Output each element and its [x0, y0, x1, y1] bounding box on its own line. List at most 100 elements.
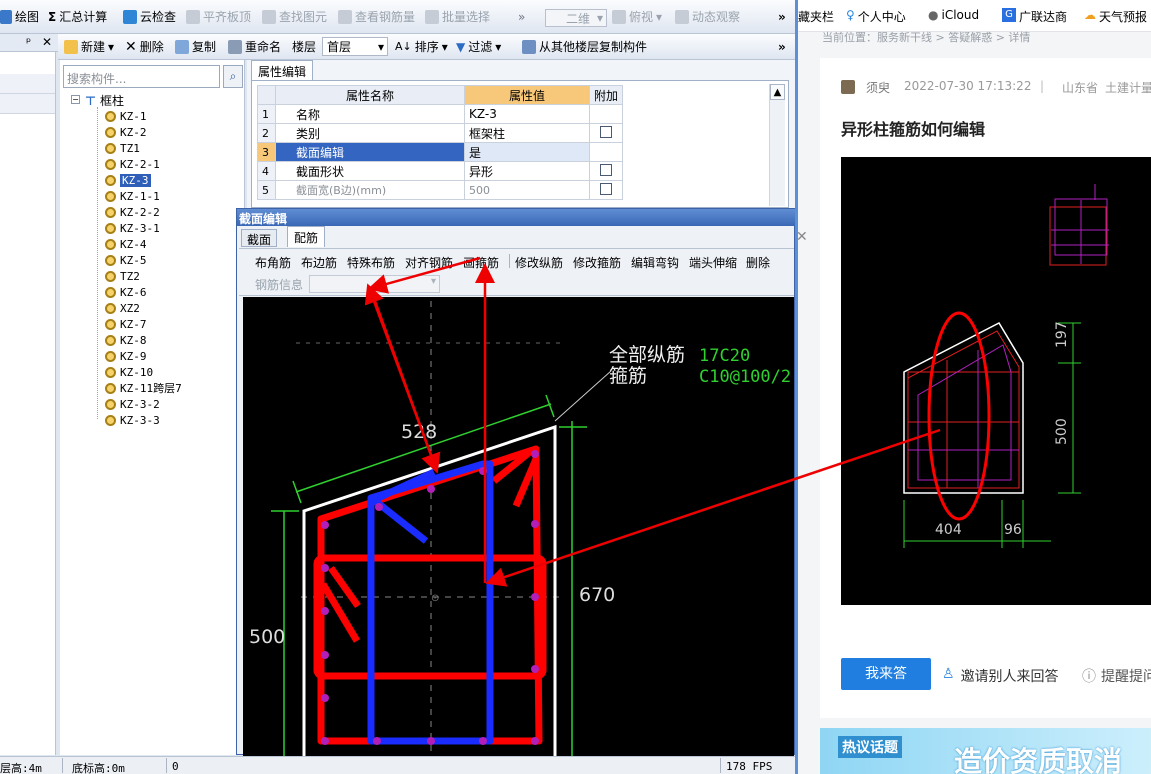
property-row[interactable]: 2 类别 框架柱: [257, 123, 624, 143]
sort-button[interactable]: A↓ 排序 ▾: [395, 34, 448, 59]
nav-panel-row[interactable]: [0, 74, 55, 94]
find-element-button[interactable]: 查找图元: [262, 0, 327, 33]
tree-item[interactable]: KZ-9: [105, 348, 147, 364]
avatar[interactable]: [841, 80, 855, 94]
property-name: 截面形状: [274, 161, 466, 181]
answer-button[interactable]: 我来答: [841, 658, 931, 690]
extra-checkbox[interactable]: [599, 163, 612, 176]
summary-calc-button[interactable]: Σ 汇总计算: [48, 0, 107, 33]
bookmark-favorites[interactable]: 藏夹栏: [798, 8, 834, 25]
remind-link[interactable]: ⓘ 提醒提问: [1082, 666, 1151, 686]
rebar-tool-button[interactable]: 画箍筋: [463, 254, 499, 271]
dialog-close-icon[interactable]: ✕: [796, 229, 808, 245]
tree-item[interactable]: KZ-7: [105, 316, 147, 332]
cloud-check-button[interactable]: 云检查: [123, 0, 176, 33]
property-value[interactable]: KZ-3: [464, 104, 590, 124]
tree-item[interactable]: XZ2: [105, 300, 140, 316]
property-row[interactable]: 4 截面形状 异形: [257, 161, 624, 181]
property-row[interactable]: 3 截面编辑是: [257, 142, 624, 162]
draw-button[interactable]: 绘图: [0, 0, 39, 33]
rebar-tool-button[interactable]: 删除: [746, 254, 770, 271]
author-name[interactable]: 须臾: [866, 79, 890, 96]
tree-item[interactable]: KZ-2-2: [105, 204, 160, 220]
new-button[interactable]: 新建 ▾: [64, 34, 114, 59]
property-extra: [588, 104, 624, 124]
toolbar-overflow-left[interactable]: »: [518, 0, 525, 33]
nav-panel-row[interactable]: [0, 94, 55, 114]
tree-item[interactable]: KZ-3-2: [105, 396, 160, 412]
copy-from-floor-button[interactable]: 从其他楼层复制构件: [522, 34, 647, 59]
tree-item[interactable]: TZ1: [105, 140, 140, 156]
filter-button[interactable]: ▼ 过滤 ▾: [456, 34, 501, 59]
tree-item[interactable]: KZ-3: [105, 172, 151, 188]
tree-item[interactable]: KZ-4: [105, 236, 147, 252]
rebar-tool-button[interactable]: 对齐钢筋: [405, 254, 453, 271]
rebar-tool-button[interactable]: 布边筋: [301, 254, 337, 271]
tree-item[interactable]: KZ-5: [105, 252, 147, 268]
rebar-tool-button[interactable]: 端头伸缩: [689, 254, 737, 271]
tab-rebar[interactable]: 配筋: [287, 226, 326, 247]
copy-button[interactable]: 复制: [175, 34, 216, 59]
tree-root-collapse[interactable]: −: [71, 95, 80, 104]
tree-item[interactable]: KZ-11跨层7: [105, 380, 182, 396]
rebar-tool-button[interactable]: 编辑弯钩: [631, 254, 679, 271]
rebar-tool-button[interactable]: 特殊布筋: [347, 254, 395, 271]
section-cad-canvas[interactable]: ⊙ 528 670 500 全部纵筋 箍筋 17C20 C10@100/2: [243, 297, 794, 756]
tree-item[interactable]: KZ-2: [105, 124, 147, 140]
align-slab-top-button[interactable]: 平齐板顶: [186, 0, 251, 33]
tab-property-edit[interactable]: 属性编辑: [251, 60, 314, 80]
rebar-tool-button[interactable]: 布角筋: [255, 254, 291, 271]
tree-item[interactable]: KZ-8: [105, 332, 147, 348]
search-icon[interactable]: ⌕: [223, 65, 243, 88]
property-value[interactable]: 异形: [464, 161, 590, 181]
invite-answer-link[interactable]: ♙ 邀请别人来回答: [942, 666, 1059, 686]
rebar-tool-button[interactable]: 修改纵筋: [515, 254, 563, 271]
extra-checkbox[interactable]: [599, 125, 612, 138]
orbit-view-button[interactable]: 动态观察: [675, 0, 740, 33]
tree-item[interactable]: KZ-10: [105, 364, 153, 380]
scroll-up-icon[interactable]: ▲: [770, 84, 785, 100]
property-row[interactable]: 5 截面宽(B边)(mm) 500: [257, 180, 624, 200]
main-toolbar-overflow[interactable]: »: [778, 0, 786, 33]
component-toolbar: 新建 ▾ ✕ 删除 复制 重命名 楼层 首层 ▾ A↓ 排序 ▾ ▼ 过滤 ▾ 从其他楼层复制…: [58, 34, 795, 60]
rebar-info-select[interactable]: ▾: [309, 275, 440, 293]
property-value[interactable]: 框架柱: [464, 123, 590, 143]
close-icon[interactable]: ✕: [42, 35, 52, 49]
pin-icon[interactable]: ᵖ: [26, 35, 31, 49]
drawing-dim-404: 404: [935, 522, 962, 538]
bookmark-weather[interactable]: ☁ 天气预报: [1084, 8, 1147, 25]
floor-select[interactable]: 首层 ▾: [322, 37, 388, 56]
extra-checkbox[interactable]: [599, 182, 612, 195]
top-view-button[interactable]: 俯视 ▾: [612, 0, 662, 33]
tree-item[interactable]: KZ-6: [105, 284, 147, 300]
tree-root[interactable]: ⊤ 框柱: [85, 92, 124, 109]
search-input[interactable]: 搜索构件...: [63, 65, 220, 88]
hot-topic-banner[interactable]: 热议话题 造价资质取消: [820, 728, 1151, 774]
tree-item[interactable]: KZ-3-1: [105, 220, 160, 236]
rebar-tool-button[interactable]: 修改箍筋: [573, 254, 621, 271]
rename-button[interactable]: 重命名: [228, 34, 281, 59]
tree-item[interactable]: KZ-3-3: [105, 412, 160, 428]
view-2d-select[interactable]: 二维 ▾: [545, 9, 607, 27]
property-scrollbar[interactable]: ▲: [769, 84, 785, 206]
tree-item[interactable]: KZ-1: [105, 108, 147, 124]
bookmarks-bar: 藏夹栏 ♀ 个人中心 ● iCloud G 广联达商 ☁ 天气预报: [798, 0, 1151, 32]
property-value[interactable]: 是: [464, 142, 590, 162]
component-toolbar-overflow[interactable]: »: [778, 34, 786, 59]
bookmark-icloud[interactable]: ● iCloud: [928, 8, 979, 22]
dialog-titlebar[interactable]: 截面编辑: [237, 209, 796, 226]
property-value[interactable]: 500: [464, 180, 590, 200]
bookmark-personal-center[interactable]: ♀ 个人中心: [846, 8, 906, 25]
delete-button[interactable]: ✕ 删除: [125, 34, 164, 59]
location-pin-icon: ♀: [846, 8, 855, 22]
property-extra: [588, 161, 624, 181]
tree-item[interactable]: KZ-2-1: [105, 156, 160, 172]
property-row[interactable]: 1 名称 KZ-3: [257, 104, 624, 124]
batch-select-button[interactable]: 批量选择: [425, 0, 490, 33]
tab-section[interactable]: 截面: [241, 229, 278, 247]
bookmark-glodon[interactable]: G 广联达商: [1002, 8, 1067, 25]
question-drawing[interactable]: 197 500 404 96: [841, 157, 1151, 605]
tree-item[interactable]: KZ-1-1: [105, 188, 160, 204]
view-rebar-button[interactable]: 查看钢筋量: [338, 0, 415, 33]
tree-item[interactable]: TZ2: [105, 268, 140, 284]
